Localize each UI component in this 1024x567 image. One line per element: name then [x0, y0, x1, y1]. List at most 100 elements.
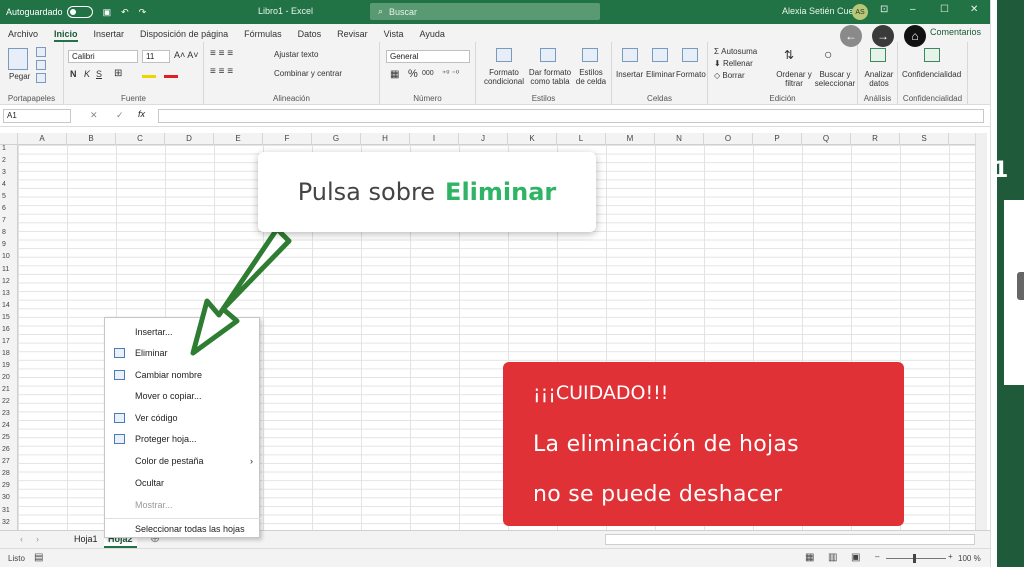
cut-icon[interactable]	[36, 47, 46, 57]
format-cells-icon[interactable]	[682, 48, 698, 62]
column-header[interactable]: Q	[802, 133, 851, 145]
font-size-select[interactable]: 11	[142, 50, 170, 63]
menu-archivo[interactable]: Archivo	[0, 29, 46, 42]
row-header[interactable]: 20	[0, 374, 18, 382]
paste-label[interactable]: Pegar	[9, 72, 30, 81]
zoom-slider[interactable]	[886, 558, 946, 559]
column-header[interactable]: G	[312, 133, 361, 145]
row-header[interactable]: 31	[0, 507, 18, 515]
column-header[interactable]: M	[606, 133, 655, 145]
toggle-icon[interactable]	[66, 6, 93, 18]
column-header[interactable]: P	[753, 133, 802, 145]
menu-inicio[interactable]: Inicio	[46, 29, 86, 42]
zoom-thumb[interactable]	[913, 554, 916, 563]
row-header[interactable]: 6	[0, 205, 18, 213]
fill-color-icon[interactable]	[142, 75, 156, 78]
bold-button[interactable]: N	[70, 69, 77, 79]
page-break-icon[interactable]: ▣	[851, 552, 860, 563]
zoom-in-icon[interactable]: +	[948, 552, 953, 561]
thousands-button[interactable]: 000	[422, 70, 434, 77]
menu-disposicion[interactable]: Disposición de página	[132, 29, 236, 42]
column-header[interactable]: E	[214, 133, 263, 145]
row-header[interactable]: 19	[0, 362, 18, 370]
close-button[interactable]: ✕	[970, 4, 978, 15]
confirm-formula-icon[interactable]: ✓	[116, 110, 124, 121]
cell-styles-icon[interactable]	[582, 48, 598, 62]
user-name[interactable]: Alexia Setién Cueva	[782, 6, 863, 16]
row-header[interactable]: 30	[0, 494, 18, 502]
sensitivity-button[interactable]: Confidencialidad	[902, 70, 961, 79]
autosave-toggle[interactable]: Autoguardado ▣ ↶ ↷	[6, 6, 146, 18]
function-icon[interactable]: fx	[138, 109, 145, 119]
sensitivity-icon[interactable]	[924, 48, 940, 62]
sort-filter-icon[interactable]: ⇅	[784, 48, 794, 62]
number-format-select[interactable]: General	[386, 50, 470, 63]
row-header[interactable]: 1	[0, 145, 18, 153]
row-header[interactable]: 18	[0, 350, 18, 358]
insert-cells-icon[interactable]	[622, 48, 638, 62]
font-color-icon[interactable]	[164, 75, 178, 78]
column-header[interactable]: L	[557, 133, 606, 145]
sheet-tab-hoja1[interactable]: Hoja1	[66, 531, 107, 548]
conditional-format-icon[interactable]	[496, 48, 512, 62]
row-header[interactable]: 16	[0, 326, 18, 334]
search-box[interactable]: ⌕ Buscar	[370, 3, 600, 20]
column-header[interactable]: H	[361, 133, 410, 145]
delete-cells-icon[interactable]	[652, 48, 668, 62]
row-header[interactable]: 26	[0, 446, 18, 454]
menu-vista[interactable]: Vista	[376, 29, 412, 42]
paste-icon[interactable]	[8, 48, 28, 70]
formula-input[interactable]	[158, 109, 984, 123]
decimals-icon[interactable]: ⁺⁰ ⁻⁰	[442, 69, 459, 78]
undo-icon[interactable]: ↶	[121, 7, 129, 18]
format-painter-icon[interactable]	[36, 73, 46, 83]
menu-insertar[interactable]: Insertar	[86, 29, 133, 42]
menu-revisar[interactable]: Revisar	[329, 29, 376, 42]
analyze-data-icon[interactable]	[870, 48, 886, 62]
context-item-mover-o-copiar[interactable]: Mover o copiar...	[105, 386, 261, 407]
comments-button[interactable]: Comentarios	[930, 27, 981, 37]
redo-icon[interactable]: ↷	[139, 7, 147, 18]
autosum-button[interactable]: Σ Autosuma	[714, 47, 757, 56]
align-left-icon[interactable]: ≡ ≡ ≡	[210, 66, 233, 77]
row-header[interactable]: 11	[0, 266, 18, 274]
row-header[interactable]: 5	[0, 193, 18, 201]
menu-formulas[interactable]: Fórmulas	[236, 29, 290, 42]
context-item-color-de-pestaña[interactable]: Color de pestaña ›	[105, 451, 261, 472]
save-icon[interactable]: ▣	[103, 7, 112, 18]
borders-icon[interactable]: ⊞	[114, 68, 122, 79]
vertical-scrollbar[interactable]	[975, 133, 987, 530]
row-header[interactable]: 9	[0, 241, 18, 249]
row-header[interactable]: 28	[0, 470, 18, 478]
grow-font-icon[interactable]: A˄ A˅	[174, 50, 199, 60]
row-header[interactable]: 4	[0, 181, 18, 189]
name-box[interactable]: A1	[3, 109, 71, 123]
sort-filter-button[interactable]: Ordenar y filtrar	[774, 70, 814, 88]
column-header[interactable]: J	[459, 133, 508, 145]
select-all-corner[interactable]	[0, 133, 18, 145]
context-item-ocultar[interactable]: Ocultar	[105, 473, 261, 494]
column-header[interactable]: N	[655, 133, 704, 145]
forward-icon[interactable]: →	[872, 25, 894, 47]
normal-view-icon[interactable]: ▦	[805, 552, 814, 563]
font-name-select[interactable]: Calibri	[68, 50, 138, 63]
row-header[interactable]: 29	[0, 482, 18, 490]
zoom-out-icon[interactable]: –	[875, 552, 879, 561]
row-header[interactable]: 10	[0, 253, 18, 261]
maximize-button[interactable]: ☐	[940, 4, 949, 15]
row-header[interactable]: 32	[0, 519, 18, 527]
format-table-icon[interactable]	[540, 48, 556, 62]
currency-icon[interactable]: ▦	[390, 69, 399, 80]
column-header[interactable]: F	[263, 133, 312, 145]
analyze-data-button[interactable]: Analizar datos	[862, 70, 896, 88]
menu-ayuda[interactable]: Ayuda	[412, 29, 453, 42]
context-item-proteger-hoja[interactable]: Proteger hoja...	[105, 429, 261, 450]
conditional-format-button[interactable]: Formato condicional	[480, 68, 528, 86]
horizontal-scrollbar[interactable]	[605, 534, 975, 545]
fill-button[interactable]: ⬇ Rellenar	[714, 59, 753, 68]
macro-record-icon[interactable]: ▤	[34, 552, 43, 563]
context-item-seleccionar-todas-las-hojas[interactable]: Seleccionar todas las hojas	[105, 518, 261, 539]
percent-button[interactable]: %	[408, 68, 418, 80]
prev-sheet-icon[interactable]: ‹	[20, 534, 23, 544]
menu-datos[interactable]: Datos	[290, 29, 330, 42]
